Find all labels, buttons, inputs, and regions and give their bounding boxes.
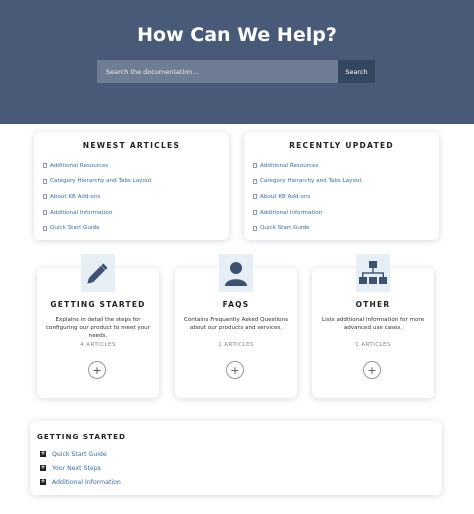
document-icon [43,194,47,200]
article-count: 4 ARTICLES [80,342,116,348]
sitemap-icon [356,254,390,292]
plus-icon: + [367,363,377,377]
search-input[interactable] [97,60,338,83]
category-card-faqs[interactable]: FAQS Contains Frequently Asked Questions… [175,254,297,398]
category-description: Explains in detail the steps for configu… [45,317,150,339]
search-button[interactable]: Search [338,60,375,83]
document-icon [43,163,47,169]
recently-updated-heading: RECENTLY UPDATED [289,141,394,150]
newest-articles-heading: NEWEST ARTICLES [82,141,181,150]
category-title: FAQS [222,300,250,309]
article-link[interactable]: Additional Information [253,205,439,221]
document-icon [253,163,257,169]
category-title: OTHER [355,300,391,309]
hero-banner: How Can We Help? Search [0,0,474,124]
plus-icon: + [230,363,240,377]
document-icon [43,210,47,216]
article-link[interactable]: Quick Start Guide [253,220,439,236]
article-link[interactable]: Additional Resources [253,158,439,174]
article-link[interactable]: Additional Information [43,205,229,221]
category-description: Lists additional information for more ad… [321,317,425,331]
article-count: 1 ARTICLES [218,342,254,348]
expand-button[interactable]: + [88,361,106,379]
document-icon [43,225,47,231]
document-icon [253,225,257,231]
plus-square-icon: + [40,450,46,457]
article-link[interactable]: Category Hierarchy and Tabs Layout [43,174,229,190]
article-link[interactable]: About KB Add-ons [43,189,229,205]
plus-icon: + [92,363,102,377]
search-bar: Search [97,60,375,83]
document-icon [253,194,257,200]
getting-started-section: GETTING STARTED + Quick Start Guide + Your… [30,421,442,495]
article-link[interactable]: Category Hierarchy and Tabs Layout [253,174,439,190]
document-icon [253,178,257,184]
category-card-getting-started[interactable]: GETTING STARTED Explains in detail the s… [37,254,159,398]
plus-square-icon: + [40,478,46,485]
section-title: GETTING STARTED [37,432,126,441]
list-item[interactable]: + Additional Information [40,475,121,489]
article-link[interactable]: Additional Resources [43,158,229,174]
expand-button[interactable]: + [226,361,244,379]
document-icon [253,210,257,216]
page-title: How Can We Help? [137,24,337,46]
pencil-icon [81,254,115,292]
recently-updated-card: RECENTLY UPDATED Additional Resources Ca… [244,132,439,240]
plus-square-icon: + [40,464,46,471]
article-link[interactable]: About KB Add-ons [253,189,439,205]
article-count: 1 ARTICLES [355,342,391,348]
expand-button[interactable]: + [363,361,381,379]
category-title: GETTING STARTED [50,300,146,309]
category-card-other[interactable]: OTHER Lists additional information for m… [312,254,434,398]
list-item[interactable]: + Your Next Steps [40,461,121,475]
user-icon [219,254,253,292]
list-item[interactable]: + Quick Start Guide [40,447,121,461]
category-description: Contains Frequently Asked Questions abou… [183,317,289,331]
document-icon [43,178,47,184]
newest-articles-card: NEWEST ARTICLES Additional Resources Cat… [34,132,229,240]
article-link[interactable]: Quick Start Guide [43,220,229,236]
